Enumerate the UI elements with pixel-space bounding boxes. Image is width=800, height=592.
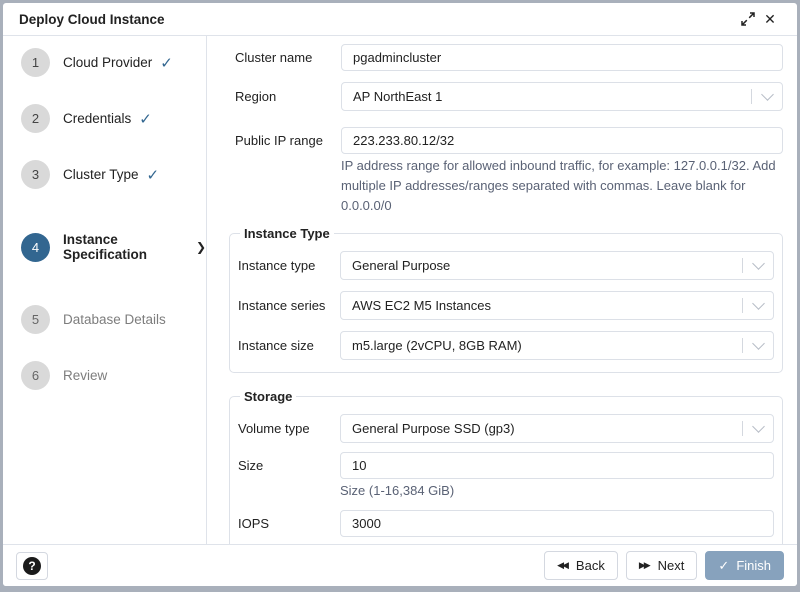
dialog-body: 1 Cloud Provider ✓ 2 Credentials ✓ 3 Clu… <box>3 36 797 544</box>
next-button[interactable]: ▶▶ Next <box>626 551 698 580</box>
public-ip-row: Public IP range <box>235 127 783 154</box>
wizard-steps-sidebar: 1 Cloud Provider ✓ 2 Credentials ✓ 3 Clu… <box>3 36 207 544</box>
deploy-cloud-instance-dialog: Deploy Cloud Instance ✕ 1 Cloud Provider… <box>3 3 797 586</box>
storage-legend: Storage <box>240 389 296 404</box>
size-label: Size <box>238 458 340 473</box>
step-number-badge: 1 <box>21 48 50 77</box>
step-current-chevron-icon: ❯ <box>196 240 206 254</box>
instance-size-row: Instance size m5.large (2vCPU, 8GB RAM) <box>238 331 774 360</box>
step-label: Instance Specification <box>63 232 188 262</box>
cluster-name-label: Cluster name <box>235 50 341 65</box>
step-label: Database Details <box>63 312 166 327</box>
step-complete-check-icon: ✓ <box>147 166 160 184</box>
instance-type-selected-value: General Purpose <box>352 258 742 273</box>
size-row: Size <box>238 452 774 479</box>
chevron-down-icon <box>743 343 773 348</box>
instance-series-label: Instance series <box>238 298 340 313</box>
volume-type-selected-value: General Purpose SSD (gp3) <box>352 421 742 436</box>
check-icon: ✓ <box>718 558 729 574</box>
chevron-down-icon <box>743 426 773 431</box>
region-row: Region AP NorthEast 1 <box>235 82 783 111</box>
finish-button-label: Finish <box>736 558 771 573</box>
help-button[interactable]: ? <box>16 552 48 580</box>
step-complete-check-icon: ✓ <box>160 54 173 72</box>
back-button[interactable]: ◀◀ Back <box>544 551 618 580</box>
step-cluster-type[interactable]: 3 Cluster Type ✓ <box>3 160 206 189</box>
iops-input[interactable] <box>340 510 774 537</box>
chevron-down-icon <box>743 303 773 308</box>
dialog-title: Deploy Cloud Instance <box>19 12 165 27</box>
help-icon: ? <box>23 557 41 575</box>
volume-type-row: Volume type General Purpose SSD (gp3) <box>238 414 774 443</box>
dialog-titlebar: Deploy Cloud Instance ✕ <box>3 3 797 36</box>
size-help-text: Size (1-16,384 GiB) <box>340 481 774 501</box>
public-ip-help-text: IP address range for allowed inbound tra… <box>341 156 783 216</box>
instance-type-section: Instance Type Instance type General Purp… <box>229 226 783 373</box>
volume-type-label: Volume type <box>238 421 340 436</box>
step-credentials[interactable]: 2 Credentials ✓ <box>3 104 206 133</box>
instance-type-row: Instance type General Purpose <box>238 251 774 280</box>
step-review[interactable]: 6 Review <box>3 361 206 390</box>
step-number-badge: 3 <box>21 160 50 189</box>
step-label: Cloud Provider <box>63 55 152 70</box>
dialog-footer: ? ◀◀ Back ▶▶ Next ✓ Finish <box>3 544 797 586</box>
region-selected-value: AP NorthEast 1 <box>353 89 751 104</box>
public-ip-label: Public IP range <box>235 133 341 148</box>
maximize-icon[interactable] <box>737 8 759 30</box>
instance-type-label: Instance type <box>238 258 340 273</box>
step-number-badge: 6 <box>21 361 50 390</box>
step-instance-specification[interactable]: 4 Instance Specification ❯ <box>3 232 206 262</box>
size-input[interactable] <box>340 452 774 479</box>
instance-series-select[interactable]: AWS EC2 M5 Instances <box>340 291 774 320</box>
step-database-details[interactable]: 5 Database Details <box>3 305 206 334</box>
volume-type-select[interactable]: General Purpose SSD (gp3) <box>340 414 774 443</box>
step-number-badge: 2 <box>21 104 50 133</box>
step-label: Review <box>63 368 107 383</box>
instance-type-select[interactable]: General Purpose <box>340 251 774 280</box>
instance-size-label: Instance size <box>238 338 340 353</box>
region-select[interactable]: AP NorthEast 1 <box>341 82 783 111</box>
instance-specification-form: Cluster name Region AP NorthEast 1 Publi… <box>207 36 797 544</box>
chevron-down-icon <box>743 263 773 268</box>
close-icon[interactable]: ✕ <box>759 8 781 30</box>
step-label: Cluster Type <box>63 167 139 182</box>
step-number-badge: 4 <box>21 233 50 262</box>
step-label: Credentials <box>63 111 131 126</box>
chevron-down-icon <box>752 94 782 99</box>
back-button-label: Back <box>576 558 605 573</box>
fast-forward-icon: ▶▶ <box>639 560 649 571</box>
finish-button[interactable]: ✓ Finish <box>705 551 784 580</box>
instance-type-legend: Instance Type <box>240 226 334 241</box>
iops-row: IOPS <box>238 510 774 537</box>
step-number-badge: 5 <box>21 305 50 334</box>
next-button-label: Next <box>658 558 685 573</box>
cluster-name-row: Cluster name <box>235 44 783 71</box>
step-cloud-provider[interactable]: 1 Cloud Provider ✓ <box>3 48 206 77</box>
region-label: Region <box>235 89 341 104</box>
instance-series-row: Instance series AWS EC2 M5 Instances <box>238 291 774 320</box>
rewind-icon: ◀◀ <box>557 560 567 571</box>
cluster-name-input[interactable] <box>341 44 783 71</box>
iops-label: IOPS <box>238 516 340 531</box>
public-ip-input[interactable] <box>341 127 783 154</box>
instance-size-select[interactable]: m5.large (2vCPU, 8GB RAM) <box>340 331 774 360</box>
maximize-glyph <box>741 12 755 26</box>
storage-section: Storage Volume type General Purpose SSD … <box>229 389 783 544</box>
instance-size-selected-value: m5.large (2vCPU, 8GB RAM) <box>352 338 742 353</box>
instance-series-selected-value: AWS EC2 M5 Instances <box>352 298 742 313</box>
step-complete-check-icon: ✓ <box>139 110 152 128</box>
